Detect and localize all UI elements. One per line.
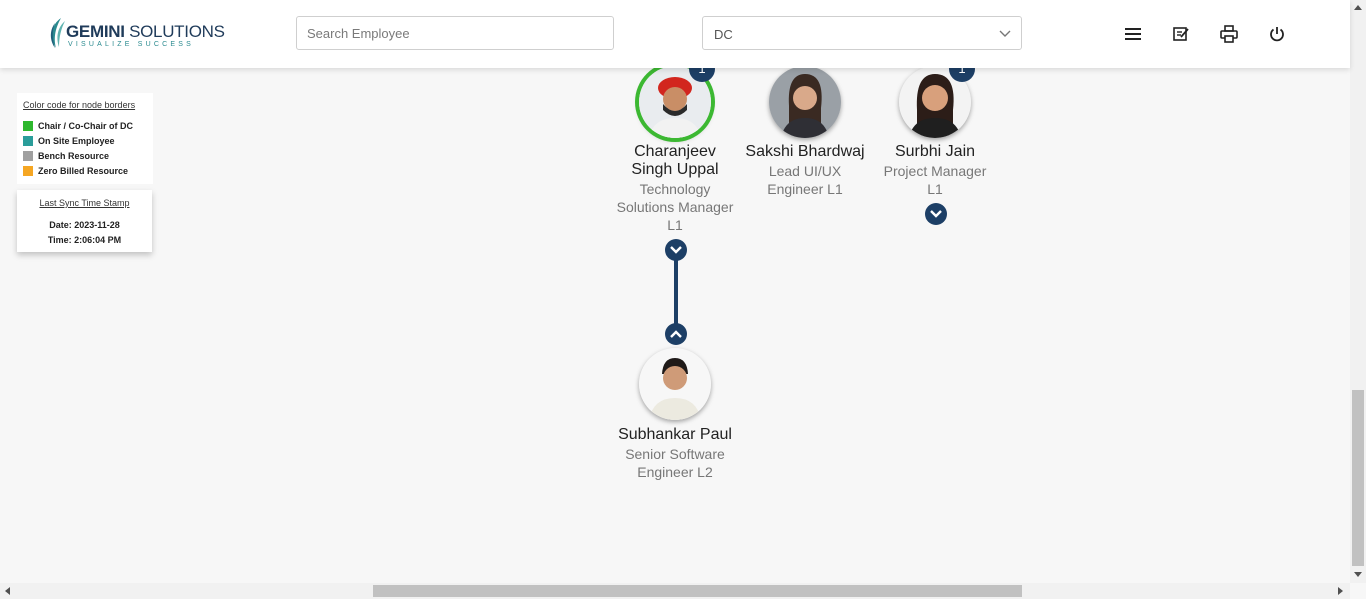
chevron-down-icon bbox=[999, 30, 1011, 37]
last-sync-panel: Last Sync Time Stamp Date: 2023-11-28 Ti… bbox=[17, 190, 152, 252]
legend-swatch-green bbox=[23, 120, 33, 131]
employee-name[interactable]: Subhankar Paul bbox=[610, 426, 740, 444]
legend-item: Zero Billed Resource bbox=[23, 163, 153, 178]
scroll-right-arrow[interactable] bbox=[1338, 587, 1343, 595]
expand-toggle-button[interactable] bbox=[925, 203, 947, 225]
legend-title: Color code for node borders bbox=[23, 100, 136, 110]
chevron-down-icon bbox=[930, 210, 942, 218]
top-bar: GEMINI SOLUTIONS VISUALIZE SUCCESS DC bbox=[0, 0, 1350, 68]
sync-title: Last Sync Time Stamp bbox=[39, 198, 130, 208]
employee-designation: Senior Software Engineer L2 bbox=[625, 446, 725, 480]
scroll-down-arrow[interactable] bbox=[1354, 572, 1362, 577]
person-photo-icon bbox=[769, 66, 841, 138]
legend-swatch-teal bbox=[23, 135, 33, 146]
legend-label: On Site Employee bbox=[38, 135, 115, 146]
expand-manager-button[interactable] bbox=[665, 323, 687, 345]
legend-item: On Site Employee bbox=[23, 133, 153, 148]
avatar-subhankar[interactable] bbox=[639, 348, 711, 420]
dc-filter-value: DC bbox=[714, 27, 733, 42]
dc-filter-select[interactable]: DC bbox=[702, 16, 1022, 50]
scroll-left-arrow[interactable] bbox=[5, 587, 10, 595]
print-icon[interactable] bbox=[1219, 24, 1239, 44]
legend-item: Chair / Co-Chair of DC bbox=[23, 118, 153, 133]
employee-name[interactable]: Charanjeev Singh Uppal bbox=[610, 143, 740, 179]
employee-designation: Lead UI/UX Engineer L1 bbox=[767, 163, 843, 197]
company-logo[interactable]: GEMINI SOLUTIONS VISUALIZE SUCCESS bbox=[47, 17, 225, 51]
sync-date: Date: 2023-11-28 bbox=[49, 220, 120, 230]
node-border-legend: Color code for node borders Chair / Co-C… bbox=[17, 93, 153, 184]
legend-item: Bench Resource bbox=[23, 148, 153, 163]
chevron-up-icon bbox=[670, 330, 682, 338]
legend-swatch-orange bbox=[23, 165, 33, 176]
scroll-up-arrow[interactable] bbox=[1354, 5, 1362, 10]
vertical-scroll-thumb[interactable] bbox=[1352, 390, 1364, 566]
sync-time: Time: 2:06:04 PM bbox=[47, 235, 122, 245]
power-icon[interactable] bbox=[1267, 24, 1287, 44]
avatar-sakshi[interactable] bbox=[769, 66, 841, 138]
legend-label: Zero Billed Resource bbox=[38, 165, 129, 176]
notes-icon[interactable] bbox=[1171, 24, 1191, 44]
employee-designation: Technology Solutions Manager L1 bbox=[616, 181, 734, 233]
horizontal-scroll-thumb[interactable] bbox=[373, 585, 1022, 597]
employee-name[interactable]: Sakshi Bhardwaj bbox=[740, 143, 870, 161]
legend-label: Chair / Co-Chair of DC bbox=[38, 120, 134, 131]
brand-name: GEMINI SOLUTIONS bbox=[66, 22, 225, 41]
chevron-down-icon bbox=[670, 246, 682, 254]
legend-label: Bench Resource bbox=[38, 150, 110, 161]
hierarchy-connector bbox=[674, 258, 678, 324]
person-photo-icon bbox=[639, 348, 711, 420]
menu-icon[interactable] bbox=[1123, 24, 1143, 44]
legend-swatch-gray bbox=[23, 150, 33, 161]
search-employee-input[interactable] bbox=[296, 16, 614, 50]
employee-name[interactable]: Surbhi Jain bbox=[870, 143, 1000, 161]
brand-tagline: VISUALIZE SUCCESS bbox=[68, 41, 194, 48]
employee-designation: Project Manager L1 bbox=[883, 163, 987, 197]
